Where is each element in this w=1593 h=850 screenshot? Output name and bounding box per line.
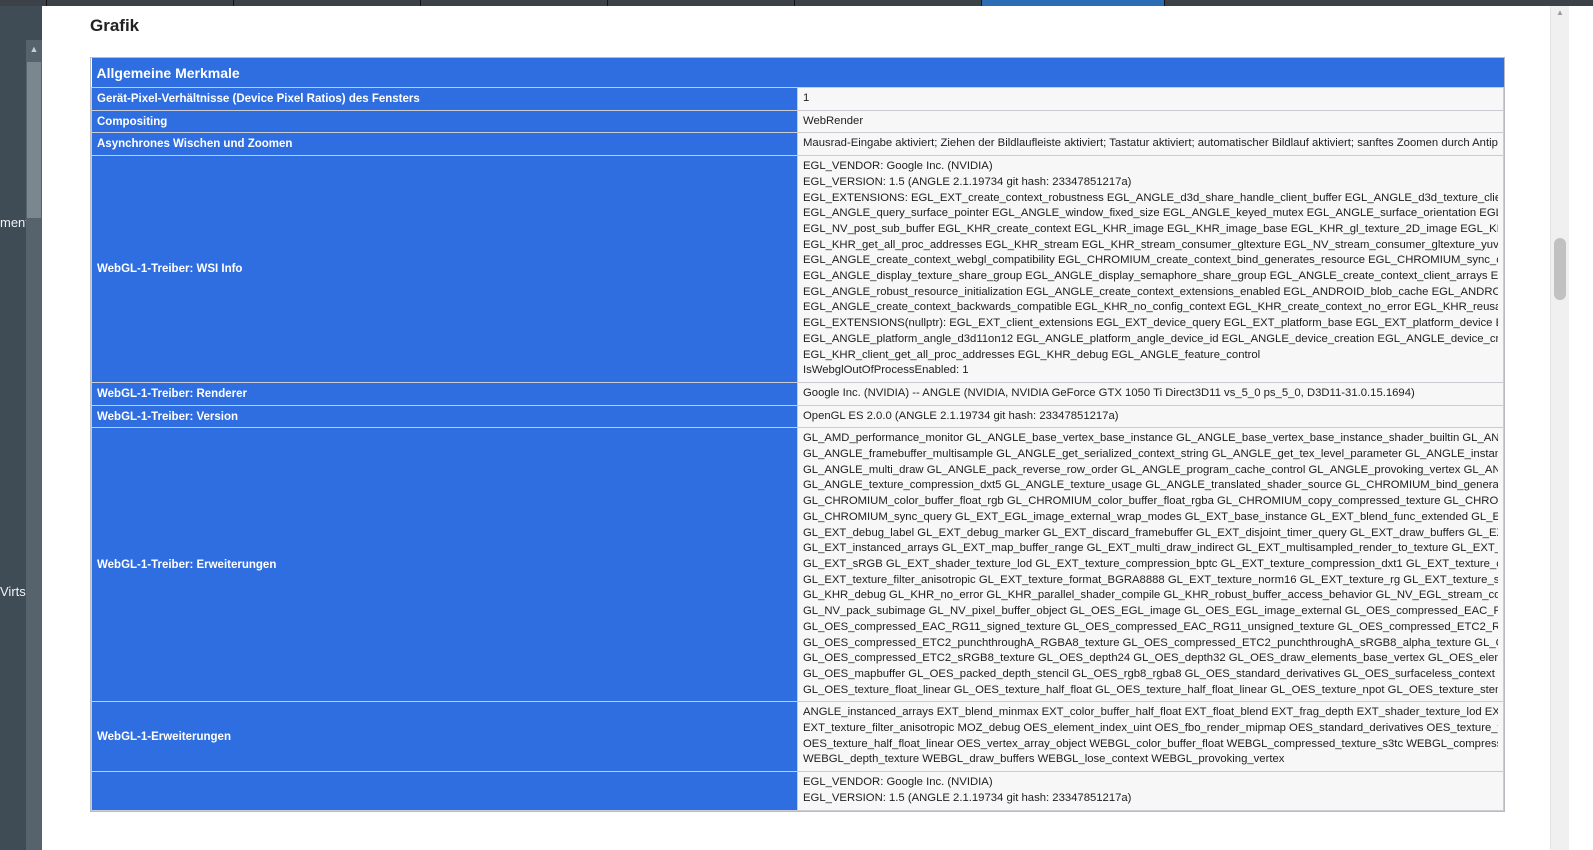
value-line: EGL_NV_post_sub_buffer EGL_KHR_create_co… <box>803 222 1498 235</box>
row-value: GL_AMD_performance_monitor GL_ANGLE_base… <box>797 427 1504 703</box>
value-line: GL_EXT_instanced_arrays GL_EXT_map_buffe… <box>803 542 1498 555</box>
value-line: EGL_VENDOR: Google Inc. (NVIDIA) <box>803 776 993 789</box>
table-row: WebGL-1-Treiber: Renderer Google Inc. (NV… <box>91 381 1504 406</box>
value-line: ANGLE_instanced_arrays EXT_blend_minmax … <box>803 706 1498 719</box>
value-line: WebRender <box>803 114 864 127</box>
value-line: GL_AMD_performance_monitor GL_ANGLE_base… <box>803 432 1498 445</box>
table-row: WebGL-1-Treiber: Erweiterungen GL_AMD_per… <box>91 427 1504 703</box>
row-value: Mausrad-Eingabe aktiviert; Ziehen der Bi… <box>797 132 1504 157</box>
value-line: EGL_ANGLE_create_context_webgl_compatibi… <box>803 254 1498 267</box>
row-value: 1 <box>797 87 1504 111</box>
background-window-text: ment. <box>0 215 26 230</box>
value-line: GL_OES_compressed_EAC_RG11_signed_textur… <box>803 620 1498 633</box>
page-scrollbar[interactable]: ▲ <box>1550 6 1569 850</box>
background-window-text: Virtsc <box>0 584 26 599</box>
value-line: EGL_VERSION: 1.5 (ANGLE 2.1.19734 git ha… <box>803 791 1132 804</box>
value-line: EGL_KHR_client_get_all_proc_addresses EG… <box>803 348 1261 361</box>
section-title: Grafik <box>90 16 140 35</box>
value-line: EXT_texture_filter_anisotropic MOZ_debug… <box>803 722 1498 735</box>
value-line: GL_OES_mapbuffer GL_OES_packed_depth_ste… <box>803 667 1498 680</box>
row-value: Google Inc. (NVIDIA) -- ANGLE (NVIDIA, N… <box>797 381 1504 406</box>
row-value: EGL_VENDOR: Google Inc. (NVIDIA) EGL_VERS… <box>797 771 1504 811</box>
value-line: EGL_ANGLE_platform_angle_d3d11on12 EGL_A… <box>803 332 1498 345</box>
page-scrollbar-thumb[interactable] <box>1554 238 1566 300</box>
table-row: WebGL-1-Treiber: WSI Info EGL_VENDOR: Goo… <box>91 155 1504 383</box>
row-key: Asynchrones Wischen und Zoomen <box>91 132 798 157</box>
table-row: Asynchrones Wischen und Zoomen Mausrad-Ei… <box>91 132 1504 157</box>
value-line: EGL_ANGLE_query_surface_pointer EGL_ANGL… <box>803 207 1498 220</box>
value-line: EGL_EXTENSIONS(nullptr): EGL_EXT_client_… <box>803 317 1498 330</box>
value-line: EGL_VENDOR: Google Inc. (NVIDIA) <box>803 160 993 173</box>
value-line: EGL_ANGLE_display_texture_share_group EG… <box>803 270 1498 283</box>
table-row: Compositing WebRender <box>91 109 1504 134</box>
value-line: 1 <box>803 92 810 104</box>
table-row: WebGL-1-Erweiterungen ANGLE_instanced_arr… <box>91 701 1504 773</box>
value-line: GL_CHROMIUM_sync_query GL_EXT_EGL_image_… <box>803 510 1498 523</box>
value-line: GL_ANGLE_texture_compression_dxt5 GL_ANG… <box>803 479 1498 492</box>
value-line: GL_OES_compressed_ETC2_sRGB8_texture GL_… <box>803 652 1498 665</box>
value-line: EGL_KHR_get_all_proc_addresses EGL_KHR_s… <box>803 238 1498 251</box>
row-key: WebGL-1-Erweiterungen <box>91 701 798 773</box>
value-line: EGL_ANGLE_create_context_backwards_compa… <box>803 301 1498 314</box>
value-line: GL_ANGLE_framebuffer_multisample GL_ANGL… <box>803 448 1498 461</box>
value-line: IsWebglOutOfProcessEnabled: 1 <box>803 364 969 377</box>
row-key: WebGL-1-Treiber: WSI Info <box>91 155 798 383</box>
row-key: WebGL-1-Treiber: Erweiterungen <box>91 427 798 703</box>
background-window-panel: ▲ ment. Virtsc <box>0 6 42 850</box>
scroll-up-arrow-icon[interactable]: ▲ <box>27 42 41 56</box>
value-line: OES_texture_half_float_linear OES_vertex… <box>803 737 1498 750</box>
value-line: GL_CHROMIUM_color_buffer_float_rgb GL_CH… <box>803 495 1498 508</box>
table-row: EGL_VENDOR: Google Inc. (NVIDIA) EGL_VERS… <box>91 771 1504 811</box>
row-key: Compositing <box>91 109 798 134</box>
row-key: WebGL-1-Treiber: Version <box>91 404 798 429</box>
row-key <box>91 771 798 811</box>
value-line: EGL_VERSION: 1.5 (ANGLE 2.1.19734 git ha… <box>803 175 1132 188</box>
value-line: OpenGL ES 2.0.0 (ANGLE 2.1.19734 git has… <box>803 409 1119 422</box>
table-row: Gerät-Pixel-Verhältnisse (Device Pixel R… <box>91 87 1504 111</box>
value-line: Mausrad-Eingabe aktiviert; Ziehen der Bi… <box>803 137 1498 150</box>
row-value: EGL_VENDOR: Google Inc. (NVIDIA) EGL_VERS… <box>797 155 1504 383</box>
value-line: GL_OES_compressed_ETC2_punchthroughA_RGB… <box>803 636 1498 649</box>
left-scrollbar-thumb[interactable] <box>27 62 41 218</box>
scroll-up-arrow-icon[interactable]: ▲ <box>1555 8 1565 18</box>
value-line: WEBGL_depth_texture WEBGL_draw_buffers W… <box>803 753 1285 766</box>
value-line: GL_EXT_sRGB GL_EXT_shader_texture_lod GL… <box>803 557 1498 570</box>
graphics-table: Allgemeine Merkmale Gerät-Pixel-Verhältn… <box>90 57 1505 812</box>
row-key: WebGL-1-Treiber: Renderer <box>91 381 798 406</box>
value-line: GL_NV_pack_subimage GL_NV_pixel_buffer_o… <box>803 605 1498 618</box>
row-value: WebRender <box>797 109 1504 134</box>
value-line: EGL_EXTENSIONS: EGL_EXT_create_context_r… <box>803 191 1498 204</box>
value-line: GL_EXT_texture_filter_anisotropic GL_EXT… <box>803 573 1498 586</box>
value-line: Google Inc. (NVIDIA) -- ANGLE (NVIDIA, N… <box>803 386 1415 399</box>
row-value: OpenGL ES 2.0.0 (ANGLE 2.1.19734 git has… <box>797 404 1504 429</box>
table-row: WebGL-1-Treiber: Version OpenGL ES 2.0.0 … <box>91 404 1504 429</box>
value-line: GL_EXT_debug_label GL_EXT_debug_marker G… <box>803 526 1498 539</box>
value-line: GL_ANGLE_multi_draw GL_ANGLE_pack_revers… <box>803 463 1498 476</box>
value-line: GL_KHR_debug GL_KHR_no_error GL_KHR_para… <box>803 589 1498 602</box>
window-edge <box>1569 6 1593 850</box>
row-value: ANGLE_instanced_arrays EXT_blend_minmax … <box>797 701 1504 773</box>
value-line: EGL_ANGLE_robust_resource_initialization… <box>803 285 1498 298</box>
value-line: GL_OES_texture_float_linear GL_OES_textu… <box>803 683 1498 696</box>
table-header: Allgemeine Merkmale <box>91 58 1504 88</box>
row-key: Gerät-Pixel-Verhältnisse (Device Pixel R… <box>91 87 798 111</box>
about-support-page: Grafik Allgemeine Merkmale Gerät-Pixel-V… <box>42 6 1550 850</box>
